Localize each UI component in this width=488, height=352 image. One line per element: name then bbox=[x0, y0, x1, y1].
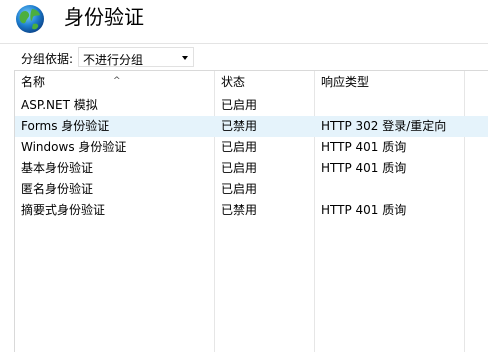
cell-status: 已禁用 bbox=[221, 119, 258, 133]
cell-status: 已启用 bbox=[221, 161, 258, 175]
cell-response: HTTP 401 质询 bbox=[321, 161, 407, 175]
authentication-list[interactable]: 名称 ^ 状态 响应类型 ASP.NET 模拟 已启用 Forms 身份验证 已… bbox=[14, 70, 488, 352]
table-row[interactable]: Windows 身份验证 已启用 HTTP 401 质询 bbox=[15, 137, 488, 158]
cell-status: 已启用 bbox=[221, 140, 258, 154]
column-header-name[interactable]: 名称 ^ bbox=[15, 71, 214, 93]
table-row[interactable]: Forms 身份验证 已禁用 HTTP 302 登录/重定向 bbox=[15, 116, 488, 137]
cell-response: HTTP 302 登录/重定向 bbox=[321, 119, 447, 133]
column-header-label: 状态 bbox=[221, 75, 246, 89]
cell-status: 已启用 bbox=[221, 98, 258, 112]
cell-status: 已禁用 bbox=[221, 203, 258, 217]
group-by-label: 分组依据: bbox=[21, 52, 74, 66]
cell-name: 基本身份验证 bbox=[21, 161, 94, 175]
group-by-dropdown[interactable]: 不进行分组 bbox=[78, 47, 194, 67]
cell-response: HTTP 401 质询 bbox=[321, 140, 407, 154]
table-row[interactable]: 摘要式身份验证 已禁用 HTTP 401 质询 bbox=[15, 200, 488, 221]
group-by-bar: 分组依据: 不进行分组 bbox=[0, 43, 488, 70]
cell-response: HTTP 401 质询 bbox=[321, 203, 407, 217]
cell-name: ASP.NET 模拟 bbox=[21, 98, 98, 112]
sort-ascending-icon: ^ bbox=[113, 76, 121, 86]
page-header: 身份验证 bbox=[0, 0, 488, 42]
cell-name: 摘要式身份验证 bbox=[21, 203, 106, 217]
table-row[interactable]: 基本身份验证 已启用 HTTP 401 质询 bbox=[15, 158, 488, 179]
globe-icon bbox=[16, 5, 44, 33]
cell-response bbox=[315, 179, 464, 200]
column-header-label: 名称 bbox=[21, 75, 46, 89]
group-by-value: 不进行分组 bbox=[83, 53, 144, 67]
cell-name: 匿名身份验证 bbox=[21, 182, 94, 196]
dropdown-arrow-icon bbox=[182, 56, 188, 60]
column-header-response[interactable]: 响应类型 bbox=[315, 71, 464, 93]
cell-response bbox=[315, 95, 464, 116]
table-row[interactable]: ASP.NET 模拟 已启用 bbox=[15, 95, 488, 116]
cell-status: 已启用 bbox=[221, 182, 258, 196]
table-row[interactable]: 匿名身份验证 已启用 bbox=[15, 179, 488, 200]
cell-name: Windows 身份验证 bbox=[21, 140, 127, 154]
column-header-label: 响应类型 bbox=[321, 75, 370, 89]
cell-name: Forms 身份验证 bbox=[21, 119, 110, 133]
page-title: 身份验证 bbox=[64, 5, 144, 29]
column-header-status[interactable]: 状态 bbox=[215, 71, 314, 93]
